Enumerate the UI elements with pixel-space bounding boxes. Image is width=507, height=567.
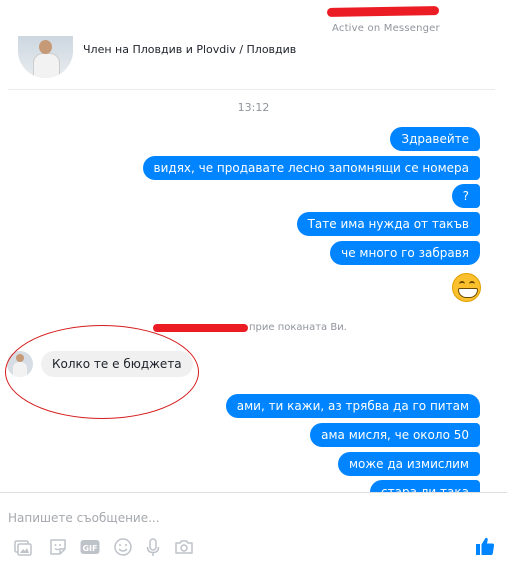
sticker-icon[interactable]	[47, 536, 69, 558]
outgoing-message[interactable]: ?	[451, 184, 480, 208]
microphone-icon[interactable]	[142, 536, 164, 558]
conversation-header: Active on Messenger Член на Пловдив и Pl…	[0, 0, 507, 90]
outgoing-message[interactable]: видях, че продавате лесно запомнящи се н…	[142, 156, 480, 180]
composer-divider	[0, 492, 507, 493]
svg-text:GIF: GIF	[82, 544, 97, 553]
divider	[8, 89, 495, 90]
invite-accepted-notice: прие поканата Ви.	[249, 322, 347, 333]
message-timestamp: 13:12	[237, 101, 270, 114]
redacted-contact-name	[326, 6, 440, 17]
camera-icon[interactable]	[173, 536, 195, 558]
grinning-face-emoji-icon[interactable]	[452, 273, 481, 302]
active-status: Active on Messenger	[332, 23, 440, 34]
image-icon[interactable]	[12, 536, 34, 558]
message-input[interactable]	[8, 509, 408, 527]
outgoing-message[interactable]: може да измислим	[337, 452, 480, 476]
outgoing-message[interactable]: ама мисля, че около 50	[310, 423, 480, 447]
message-scroll-area[interactable]: ами, ти кажи, аз трябва да го питам ама …	[0, 390, 507, 492]
outgoing-message[interactable]: ами, ти кажи, аз трябва да го питам	[225, 394, 480, 418]
outgoing-message[interactable]: стара ли така	[370, 480, 480, 492]
outgoing-message[interactable]: Здравейте	[390, 127, 480, 151]
gif-icon[interactable]: GIF	[79, 536, 101, 558]
outgoing-message[interactable]: че много го забравя	[330, 241, 480, 265]
emoji-icon[interactable]	[112, 536, 134, 558]
contact-avatar[interactable]	[18, 36, 73, 78]
member-info: Член на Пловдив и Plovdiv / Пловдив	[83, 43, 297, 56]
like-icon[interactable]	[474, 535, 496, 557]
outgoing-message[interactable]: Тате има нужда от такъв	[296, 212, 480, 236]
redacted-user-name	[153, 324, 248, 332]
